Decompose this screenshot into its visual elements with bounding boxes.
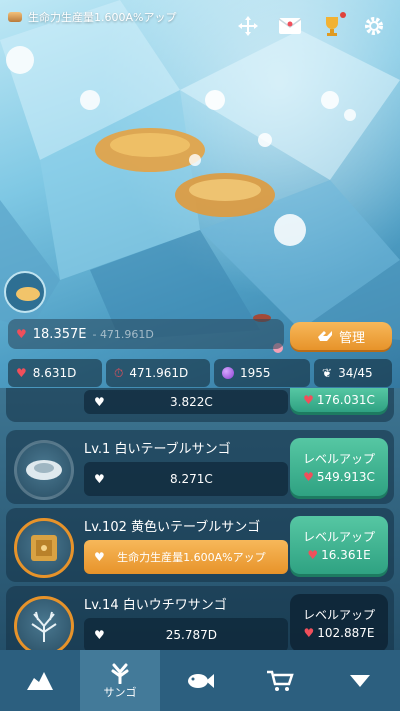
coral-value-box: ♥ 25.787D (84, 618, 288, 652)
manage-icon (317, 331, 332, 341)
tap-value: 8.631D (32, 366, 77, 380)
level-up-button[interactable]: ♥ 176.031C (290, 388, 388, 412)
tap-stat: ♥ 8.631D (8, 359, 102, 387)
coral-thumbnail (14, 518, 74, 578)
life-rate: - 471.961D (92, 327, 154, 341)
heart-icon: ♥ (94, 550, 105, 564)
pearl-icon (222, 367, 234, 379)
heart-icon: ♥ (303, 393, 314, 407)
list-item: Lv.1 白いテーブルサンゴ ♥ 8.271C レベルアップ ♥ 549.913C (6, 430, 394, 504)
pearl-value: 1955 (240, 366, 271, 380)
nav-fish[interactable] (160, 650, 240, 711)
rock-icon (27, 671, 53, 690)
level-up-cost: 549.913C (316, 470, 375, 484)
coral-mini-icon (8, 12, 22, 22)
heart-icon: ♥ (16, 327, 27, 341)
level-up-cost: 176.031C (316, 393, 375, 407)
notification-dot (340, 12, 346, 18)
life-value: 18.357E (32, 326, 87, 342)
heart-icon: ♥ (94, 628, 105, 642)
bottom-nav: サンゴ (0, 650, 400, 711)
coral-title: Lv.1 白いテーブルサンゴ (84, 442, 231, 457)
coral-bonus-box: ♥ 生命力生産量1.600A%アップ (84, 540, 288, 574)
heart-icon: ♥ (307, 548, 319, 562)
level-up-cost: 102.887E (317, 626, 375, 640)
mail-icon[interactable] (278, 14, 302, 38)
bonus-banner: 生命力生産量1.600A%アップ (8, 8, 176, 26)
nav-coral[interactable]: サンゴ (80, 650, 160, 711)
trophy-icon[interactable] (320, 12, 346, 38)
coral-icon (111, 663, 129, 684)
coral-title: Lv.14 白いウチワサンゴ (84, 598, 227, 613)
cart-icon (267, 670, 294, 691)
heart-icon: ♥ (94, 472, 105, 486)
nav-rock[interactable] (0, 650, 80, 711)
manage-label: 管理 (338, 330, 365, 346)
heart-icon: ♥ (303, 626, 315, 640)
clock-icon: ⏱ (114, 365, 124, 380)
gear-icon[interactable] (362, 14, 386, 38)
level-up-cost: 16.361E (321, 548, 371, 562)
nav-collapse[interactable] (320, 650, 400, 711)
tap-heart-icon: ♥ (16, 366, 27, 380)
list-item: Lv.14 白いウチワサンゴ ♥ 25.787D レベルアップ ♥ 102.887… (6, 586, 394, 660)
chevron-down-icon (350, 674, 370, 687)
fish-icon (188, 673, 214, 688)
coral-value: 3.822C (170, 395, 213, 409)
coral-value: 生命力生産量1.600A%アップ (117, 551, 266, 564)
aquarium-scene[interactable]: 生命力生産量1.600A%アップ (0, 0, 400, 420)
coral-value-box: ♥ 3.822C (84, 390, 288, 414)
level-up-label: レベルアップ (302, 452, 375, 466)
heart-icon: ♥ (94, 395, 105, 409)
fish-count-icon: ❦ (322, 366, 333, 380)
level-up-label: レベルアップ (302, 608, 375, 622)
level-up-button[interactable]: レベルアップ ♥ 102.887E (290, 594, 388, 652)
level-up-button[interactable]: レベルアップ ♥ 549.913C (290, 438, 388, 496)
list-item: Lv.102 黄色いテーブルサンゴ ♥ 生命力生産量1.600A%アップ レベル… (6, 508, 394, 582)
fish-stat: ❦ 34/45 (314, 359, 392, 387)
coral-title: Lv.102 黄色いテーブルサンゴ (84, 520, 261, 535)
coral-thumbnail (14, 440, 74, 500)
list-item: ♥ 3.822C ♥ 176.031C (6, 388, 394, 422)
time-stat: ⏱ 471.961D (106, 359, 210, 387)
level-up-button[interactable]: レベルアップ ♥ 16.361E (290, 516, 388, 574)
stats-row: ♥ 8.631D ⏱ 471.961D 1955 ❦ 34/45 (8, 359, 392, 387)
nav-shop[interactable] (240, 650, 320, 711)
coral-value: 8.271C (170, 472, 213, 486)
coral-thumbnail (14, 596, 74, 656)
top-icon-bar (236, 12, 386, 38)
pearl-stat: 1955 (214, 359, 310, 387)
coral-value-box: ♥ 8.271C (84, 462, 288, 496)
nav-coral-label: サンゴ (103, 685, 137, 699)
manage-button[interactable]: 管理 (290, 322, 392, 350)
level-up-label: レベルアップ (302, 530, 375, 544)
bonus-banner-text: 生命力生産量1.600A%アップ (28, 11, 177, 24)
heart-icon: ♥ (303, 470, 314, 484)
fish-count: 34/45 (338, 366, 373, 380)
life-rate-value: 471.961D (99, 327, 154, 341)
coral-value: 25.787D (165, 628, 217, 642)
time-value: 471.961D (129, 366, 189, 380)
move-icon[interactable] (236, 14, 260, 38)
life-counter: ♥ 18.357E - 471.961D (8, 319, 284, 349)
ice-cave-background (0, 0, 400, 353)
